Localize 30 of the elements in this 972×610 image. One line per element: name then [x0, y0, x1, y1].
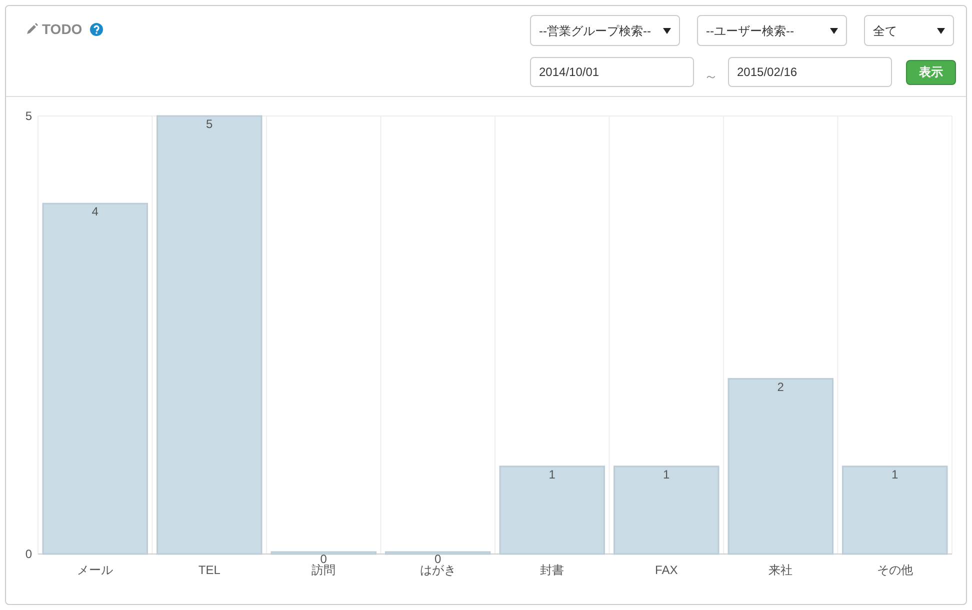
dropdown[interactable]: 全て: [864, 15, 954, 46]
bar-value-label: 1: [663, 467, 670, 482]
category-label: 来社: [768, 563, 793, 577]
category-label: メール: [77, 563, 114, 577]
bar-value-label: 4: [92, 204, 98, 219]
category-label: その他: [876, 563, 913, 577]
y-tick-label: 5: [25, 109, 32, 123]
category-label: TEL: [198, 563, 220, 577]
caret-icon: [830, 28, 838, 34]
range-separator: ～: [703, 66, 719, 86]
date-to-field[interactable]: 2015/02/16: [728, 57, 892, 87]
bar-value-label: 1: [548, 467, 556, 482]
dropdown[interactable]: --ユーザー検索--: [697, 15, 847, 46]
date-from-field[interactable]: 2014/10/01: [530, 57, 694, 87]
category-label: 訪問: [312, 563, 336, 577]
bar-value-label: 2: [777, 380, 784, 394]
bar-value-label: 5: [206, 117, 213, 131]
category-label: はがき: [420, 563, 456, 577]
category-label: FAX: [655, 563, 678, 577]
caret-icon: [937, 28, 945, 34]
pencil-icon: [26, 23, 38, 35]
bar-value-label: 1: [892, 467, 898, 482]
caret-icon: [663, 28, 671, 34]
category-label: 封書: [540, 563, 564, 577]
bar-value-label: 0: [320, 552, 327, 566]
help-icon[interactable]: [90, 22, 104, 36]
bar-value-label: 0: [434, 552, 442, 566]
dropdown[interactable]: --営業グループ検索--: [530, 15, 680, 46]
y-tick-label: 0: [25, 547, 32, 561]
panel-title: TODO: [42, 20, 82, 38]
